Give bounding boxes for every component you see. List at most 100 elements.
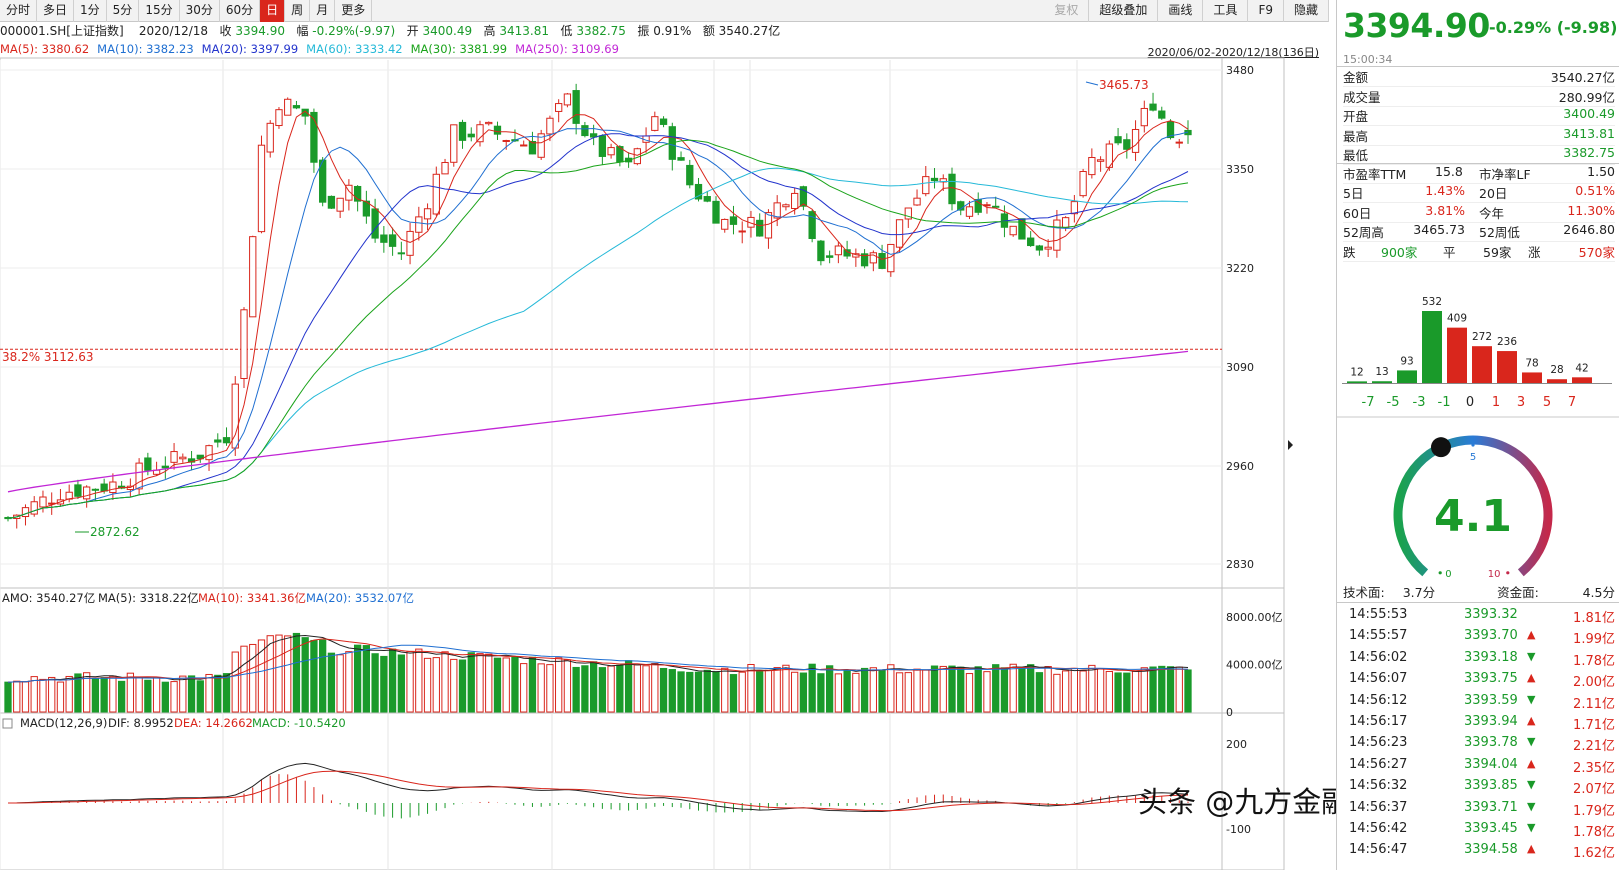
arrow-up-icon: ▲ bbox=[1527, 628, 1536, 642]
arrow-up-icon: ▲ bbox=[1527, 671, 1536, 685]
dist-bar bbox=[1372, 381, 1392, 383]
panel-divider bbox=[1337, 66, 1619, 67]
tick-row[interactable]: 14:56:12 3393.59 ▼ 2.11亿 bbox=[1343, 691, 1615, 713]
tick-time: 14:55:53 bbox=[1349, 607, 1408, 622]
gauge-max-label: 10 bbox=[1488, 569, 1501, 580]
dist-bar-value: 13 bbox=[1375, 366, 1388, 378]
tick-row[interactable]: 14:56:47 3394.58 ▲ 1.62亿 bbox=[1343, 840, 1615, 862]
tick-price: 3394.58 bbox=[1464, 842, 1518, 858]
tick-price: 3393.45 bbox=[1464, 821, 1518, 836]
tick-amount: 2.21亿 bbox=[1573, 739, 1615, 755]
tech-label: 技术面: bbox=[1343, 585, 1385, 600]
volume-bar bbox=[467, 652, 475, 713]
tick-row[interactable]: 14:56:23 3393.78 ▼ 2.21亿 bbox=[1343, 733, 1615, 755]
dist-axis-label: 0 bbox=[1466, 395, 1474, 410]
candle-body bbox=[1140, 107, 1148, 127]
volume-bar bbox=[729, 674, 738, 713]
candle-body bbox=[1149, 103, 1157, 111]
kline-chart[interactable]: 3480 3350 3220 3090 2960 2830 38.2% 3112.63 346… bbox=[0, 0, 1336, 870]
quote-time: 15:00:34 bbox=[1343, 53, 1393, 66]
arrow-down-icon: ▼ bbox=[1527, 735, 1536, 749]
tick-row[interactable]: 14:55:53 3393.32 1.81亿 bbox=[1343, 605, 1615, 627]
tick-row[interactable]: 14:56:27 3394.04 ▲ 2.35亿 bbox=[1343, 755, 1615, 777]
volume-bar bbox=[825, 665, 834, 713]
tick-amount: 1.62亿 bbox=[1573, 846, 1615, 862]
dist-axis-label: -3 bbox=[1413, 395, 1426, 410]
tick-price: 3393.75 bbox=[1464, 671, 1518, 687]
volume-bar bbox=[1105, 670, 1113, 713]
dist-bar-value: 409 bbox=[1447, 313, 1467, 325]
candle-body bbox=[476, 124, 484, 143]
candle-body bbox=[30, 501, 38, 515]
tick-time: 14:56:23 bbox=[1349, 735, 1408, 751]
volume-bar bbox=[581, 665, 589, 713]
dist-bar-value: 12 bbox=[1350, 366, 1363, 378]
tick-row[interactable]: 14:55:57 3393.70 ▲ 1.99亿 bbox=[1343, 626, 1615, 648]
dist-bar bbox=[1447, 327, 1467, 383]
gauge-pointer bbox=[1430, 437, 1451, 458]
tick-row[interactable]: 14:56:07 3393.75 ▲ 2.00亿 bbox=[1343, 669, 1615, 691]
volume-bar bbox=[860, 667, 869, 713]
tick-row[interactable]: 14:56:37 3393.71 ▼ 1.79亿 bbox=[1343, 798, 1615, 820]
dist-bar bbox=[1422, 311, 1442, 383]
candle-body bbox=[546, 117, 554, 135]
tick-price: 3393.78 bbox=[1464, 735, 1518, 751]
volume-bar bbox=[1131, 670, 1140, 713]
tick-price: 3393.85 bbox=[1464, 778, 1518, 794]
price-change: -0.29% (-9.98) bbox=[1489, 18, 1618, 37]
candle-body bbox=[983, 204, 991, 207]
y-tick-label: 3090 bbox=[1226, 361, 1254, 374]
volume-bar bbox=[170, 681, 178, 713]
volume-bar bbox=[878, 669, 886, 713]
candle-body bbox=[607, 147, 615, 156]
tech-score: 3.7分 bbox=[1402, 585, 1436, 600]
rise-fall-distribution-chart: 12 1393532409272 2367828 42-7 -5 -3 -1 0 1 3 5 7 bbox=[1337, 296, 1619, 418]
candle-body bbox=[144, 457, 152, 471]
volume-bar bbox=[30, 676, 38, 713]
macd-settings-icon[interactable] bbox=[2, 718, 13, 729]
candle-body bbox=[520, 144, 528, 147]
tick-time: 14:56:37 bbox=[1349, 799, 1408, 815]
dist-bar-value: 93 bbox=[1400, 355, 1413, 367]
divider bbox=[1337, 602, 1619, 603]
volume-bar bbox=[1044, 666, 1052, 713]
volume-bar bbox=[808, 663, 816, 713]
pe-label: 市盈率TTM bbox=[1343, 167, 1407, 182]
dist-bar bbox=[1347, 381, 1367, 383]
perf-label: 52周高 bbox=[1343, 225, 1384, 240]
candle-body bbox=[677, 157, 685, 161]
volume-bar bbox=[1096, 668, 1105, 713]
volume-bar bbox=[196, 680, 204, 713]
candle-body bbox=[485, 121, 493, 125]
candle-body bbox=[948, 173, 956, 205]
flat-count: 59家 bbox=[1483, 245, 1512, 260]
volume-bar bbox=[598, 667, 607, 713]
tick-row[interactable]: 14:56:17 3393.94 ▲ 1.71亿 bbox=[1343, 712, 1615, 734]
score-gauge: 4.1 5 0 10 bbox=[1393, 435, 1553, 580]
candle-body bbox=[825, 255, 834, 258]
volume-bar bbox=[13, 680, 21, 713]
dist-axis-label: 5 bbox=[1543, 395, 1551, 410]
quote-row-value: 3400.49 bbox=[1563, 106, 1615, 121]
volume-bar bbox=[1061, 670, 1070, 713]
candle-body bbox=[712, 200, 720, 224]
tick-time: 14:56:47 bbox=[1349, 842, 1408, 858]
arrow-down-icon: ▼ bbox=[1527, 692, 1536, 706]
volume-bar bbox=[799, 672, 808, 713]
volume-bar bbox=[1149, 666, 1157, 713]
perf-value: 2646.80 bbox=[1563, 222, 1615, 237]
tick-row[interactable]: 14:56:02 3393.18 ▼ 1.78亿 bbox=[1343, 648, 1615, 670]
volume-bar bbox=[4, 681, 12, 713]
tick-row[interactable]: 14:56:42 3393.45 ▼ 1.78亿 bbox=[1343, 819, 1615, 841]
candle-body bbox=[91, 488, 100, 491]
dist-bar-value: 236 bbox=[1497, 336, 1517, 348]
tick-price: 3393.18 bbox=[1464, 649, 1518, 665]
tick-price: 3393.94 bbox=[1464, 714, 1518, 729]
candle-body bbox=[21, 507, 30, 518]
volume-bar bbox=[397, 654, 405, 713]
volume-bar bbox=[913, 668, 921, 713]
volume-bar bbox=[520, 663, 528, 713]
candle-body bbox=[1079, 171, 1087, 197]
tick-row[interactable]: 14:56:32 3393.85 ▼ 2.07亿 bbox=[1343, 776, 1615, 798]
collapse-arrow-icon[interactable] bbox=[1288, 440, 1293, 450]
